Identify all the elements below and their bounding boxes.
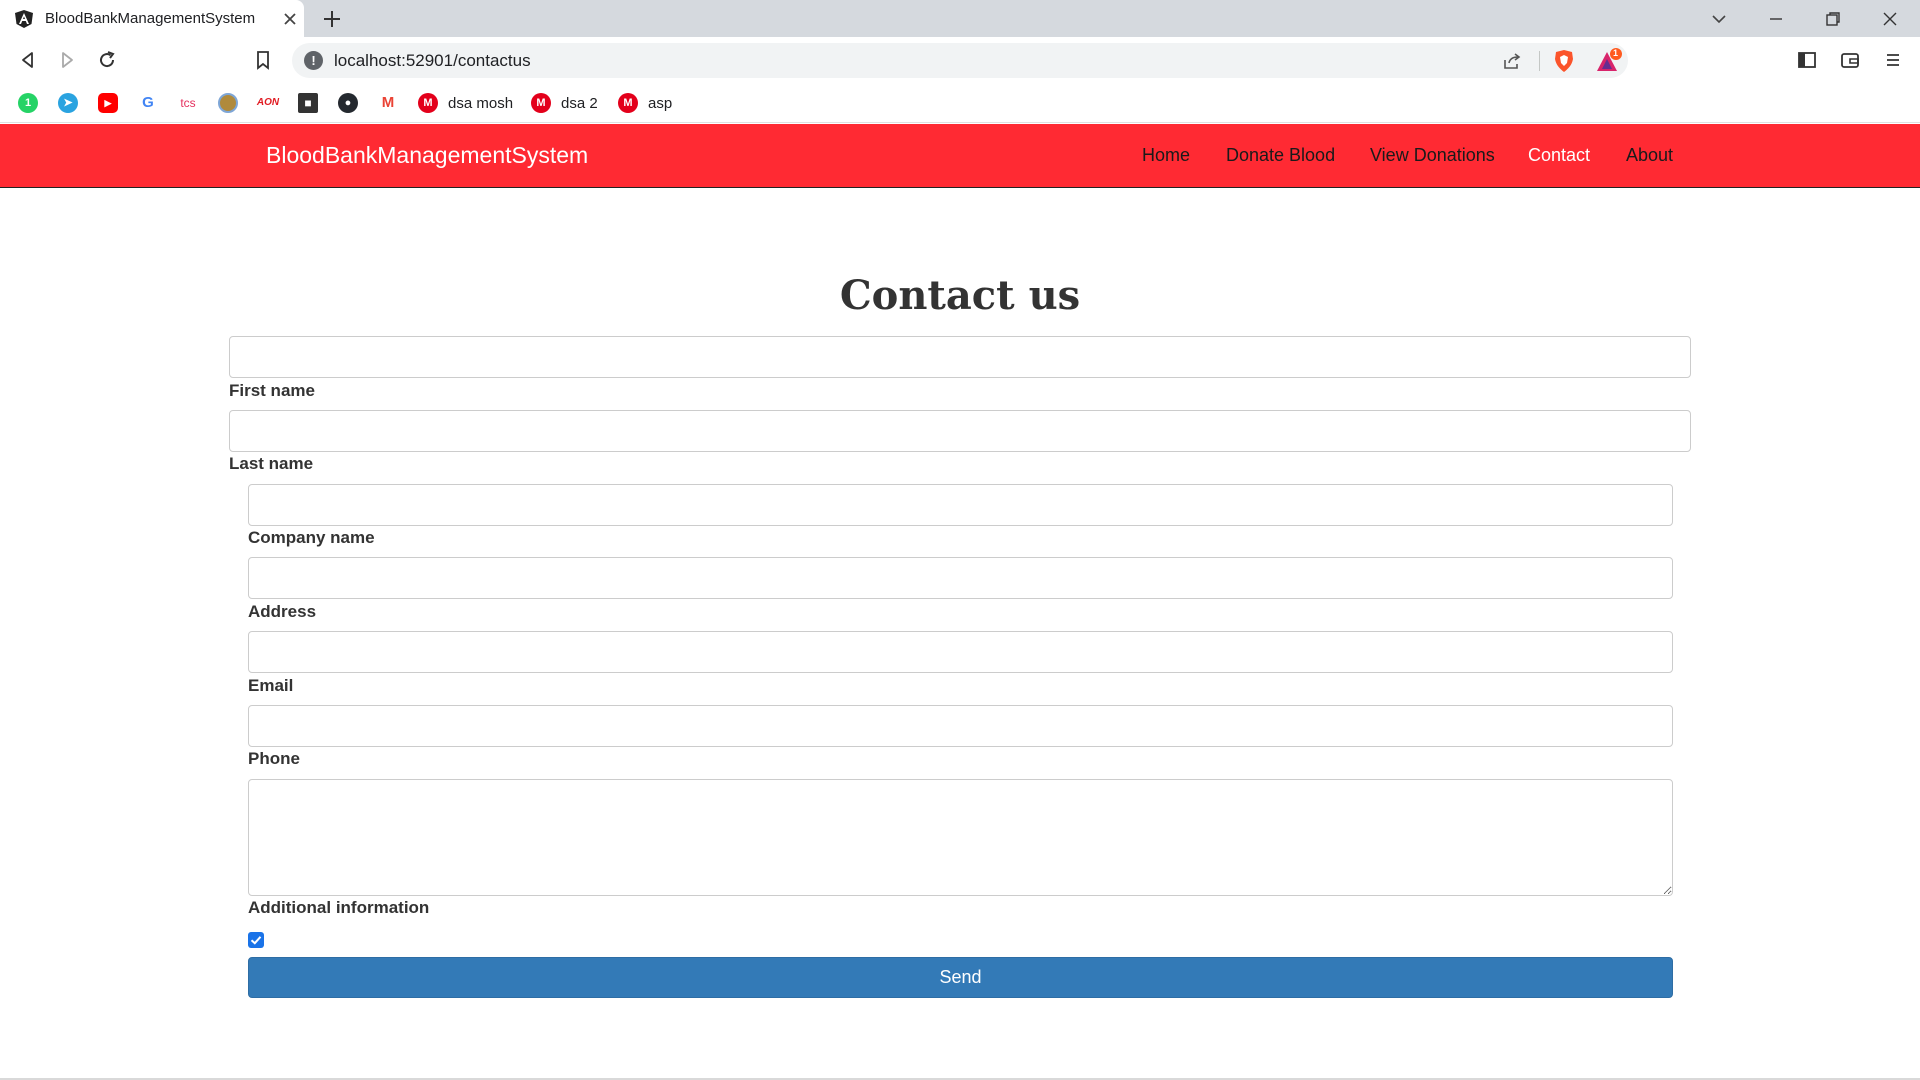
wallet-icon[interactable]: [1839, 49, 1861, 71]
tcs-icon: tcs: [176, 93, 200, 113]
bookmark-label: asp: [648, 94, 673, 112]
bookmark-gmail[interactable]: M: [378, 92, 398, 114]
navbar-brand[interactable]: BloodBankManagementSystem: [266, 142, 588, 169]
mosh-icon: M: [418, 93, 438, 113]
mosh-icon: M: [618, 93, 638, 113]
rewards-badge: 1: [1613, 48, 1619, 58]
contacts-icon: ■: [298, 93, 318, 113]
toolbar-divider: [1539, 51, 1540, 71]
company-name-label: Company name: [248, 528, 375, 547]
back-icon[interactable]: [17, 49, 39, 71]
address-label: Address: [248, 602, 317, 621]
close-tab-icon[interactable]: [280, 9, 300, 29]
additional-info-label: Additional information: [248, 898, 430, 917]
bookmark-youtube[interactable]: ▶: [98, 92, 118, 114]
site-info-icon[interactable]: !: [304, 51, 323, 70]
bookmark-contacts[interactable]: ■: [298, 92, 318, 114]
email-input[interactable]: [248, 631, 1673, 673]
first-name-label: First name: [229, 381, 315, 400]
phone-label: Phone: [248, 749, 300, 768]
brave-rewards-icon[interactable]: 1: [1594, 48, 1622, 74]
url-text[interactable]: localhost:52901/contactus: [334, 51, 531, 71]
bookmark-icon[interactable]: [252, 49, 274, 71]
bookmark-dsa-mosh[interactable]: M dsa mosh: [418, 92, 513, 114]
whatsapp-icon: 1: [18, 93, 38, 113]
mosh-icon: M: [531, 93, 551, 113]
telegram-icon: ➤: [58, 93, 78, 113]
tab-title: BloodBankManagementSystem: [45, 10, 256, 27]
bookmark-google[interactable]: G: [138, 92, 158, 114]
bookmark-dsa-2[interactable]: M dsa 2: [531, 92, 598, 114]
minimize-icon[interactable]: [1765, 8, 1787, 30]
emblem-icon: [218, 93, 238, 113]
bookmarks-bar: 1 ➤ ▶ G tcs AON ■ ● M M dsa mosh M dsa 2…: [0, 84, 1920, 123]
nav-home[interactable]: Home: [1142, 145, 1190, 166]
angular-icon: [15, 10, 33, 28]
bookmark-asp[interactable]: M asp: [618, 92, 672, 114]
gmail-icon: M: [378, 93, 398, 113]
forward-icon[interactable]: [56, 49, 78, 71]
aon-icon: AON: [256, 93, 280, 113]
last-name-label: Last name: [229, 454, 314, 473]
last-name-input[interactable]: [229, 410, 1691, 452]
menu-icon[interactable]: [1882, 49, 1904, 71]
bookmark-whatsapp[interactable]: 1: [18, 92, 38, 114]
bookmark-label: dsa 2: [561, 94, 598, 112]
additional-info-textarea[interactable]: [248, 779, 1673, 896]
new-tab-icon[interactable]: [321, 8, 343, 30]
nav-contact[interactable]: Contact: [1528, 145, 1590, 166]
first-name-input[interactable]: [229, 336, 1691, 378]
email-label: Email: [248, 676, 294, 695]
youtube-icon: ▶: [98, 93, 118, 113]
bookmark-github[interactable]: ●: [338, 92, 358, 114]
nav-about[interactable]: About: [1626, 145, 1673, 166]
tab-strip: BloodBankManagementSystem: [0, 0, 1920, 37]
site-navbar: BloodBankManagementSystem Home Donate Bl…: [0, 124, 1920, 188]
browser-tab[interactable]: BloodBankManagementSystem: [0, 0, 304, 37]
bookmark-telegram[interactable]: ➤: [58, 92, 78, 114]
reload-icon[interactable]: [96, 49, 118, 71]
browser-toolbar: ! localhost:52901/contactus 1: [0, 37, 1920, 84]
bookmark-label: dsa mosh: [448, 94, 514, 112]
bookmark-emblem[interactable]: [218, 92, 238, 114]
close-window-icon[interactable]: [1879, 8, 1901, 30]
tab-search-icon[interactable]: [1708, 8, 1730, 30]
phone-input[interactable]: [248, 705, 1673, 747]
agree-checkbox[interactable]: [248, 932, 264, 948]
sidebar-icon[interactable]: [1796, 49, 1818, 71]
bookmark-tcs[interactable]: tcs: [176, 92, 200, 114]
address-input[interactable]: [248, 557, 1673, 599]
share-icon[interactable]: [1502, 51, 1522, 71]
nav-donate-blood[interactable]: Donate Blood: [1226, 145, 1335, 166]
github-icon: ●: [338, 93, 358, 113]
checkmark-icon: [250, 936, 262, 945]
brave-shields-icon[interactable]: [1553, 49, 1575, 73]
restore-icon[interactable]: [1822, 8, 1844, 30]
page-title: Contact us: [839, 272, 1081, 319]
google-icon: G: [138, 93, 158, 113]
send-button[interactable]: Send: [248, 957, 1673, 998]
nav-view-donations[interactable]: View Donations: [1370, 145, 1495, 166]
company-name-input[interactable]: [248, 484, 1673, 526]
bookmark-aon[interactable]: AON: [256, 92, 280, 114]
address-bar[interactable]: ! localhost:52901/contactus 1: [292, 43, 1628, 78]
